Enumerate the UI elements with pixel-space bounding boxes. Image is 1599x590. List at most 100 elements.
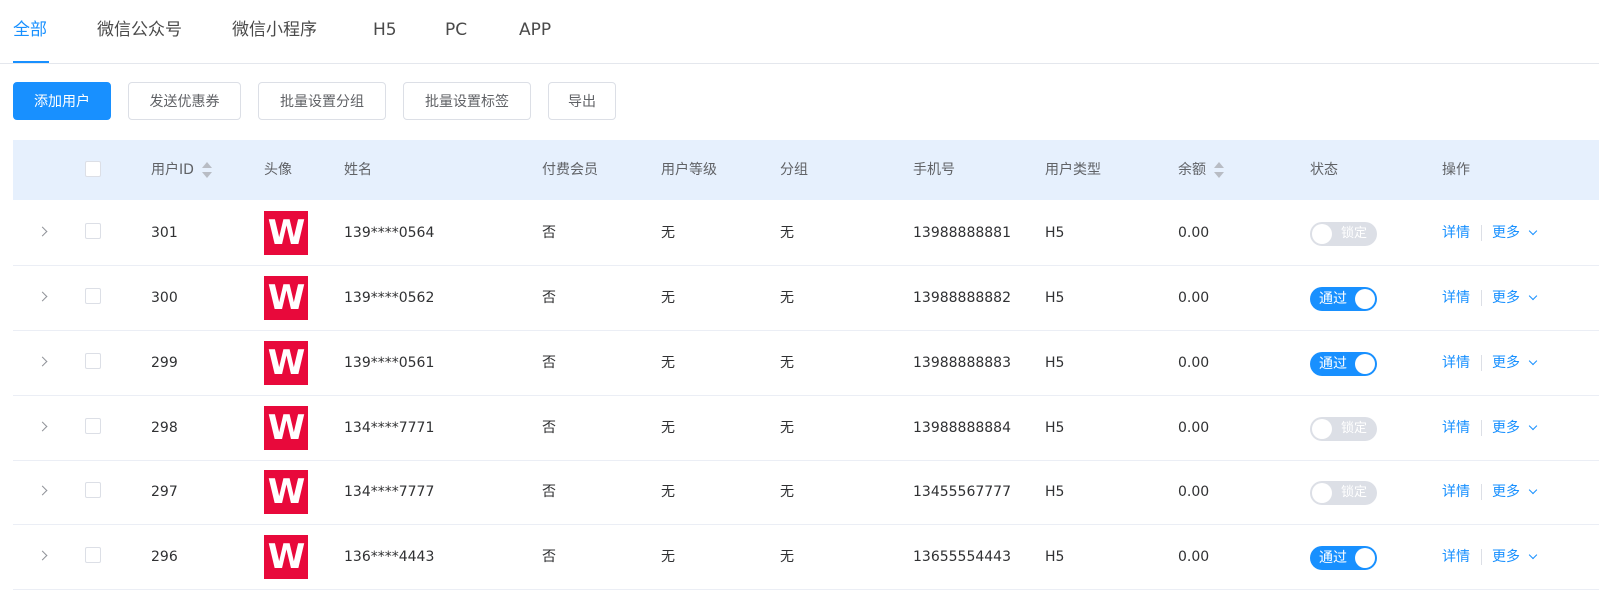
level-cell: 无	[661, 355, 675, 371]
group-cell: 无	[780, 225, 794, 241]
paid-member-cell: 否	[542, 225, 556, 241]
user-id-cell: 298	[151, 420, 178, 436]
column-header-avatar: 头像	[264, 162, 292, 178]
more-label: 更多	[1492, 420, 1520, 436]
export-button[interactable]: 导出	[548, 82, 616, 120]
column-header-paid-member: 付费会员	[542, 162, 598, 178]
expand-row-icon[interactable]	[39, 487, 47, 495]
avatar: W	[264, 406, 308, 450]
column-header-user-type: 用户类型	[1045, 162, 1101, 178]
more-dropdown[interactable]: 更多	[1492, 201, 1538, 265]
balance-cell: 0.00	[1178, 484, 1210, 500]
sort-icon[interactable]	[1214, 162, 1224, 178]
table-row[interactable]: 299 W 139****0561 否 无 无 13988888883 H5 0.00 通过 详情 更…	[13, 331, 1599, 396]
row-checkbox[interactable]	[85, 288, 101, 304]
chevron-down-icon	[1528, 226, 1538, 236]
more-dropdown[interactable]: 更多	[1492, 266, 1538, 330]
tab-wechat-miniprogram[interactable]: 微信小程序	[232, 18, 317, 42]
tab-all[interactable]: 全部	[13, 18, 47, 42]
tab-h5[interactable]: H5	[373, 18, 397, 42]
column-header-name: 姓名	[344, 162, 372, 178]
chevron-down-icon	[1528, 421, 1538, 431]
active-tab-indicator	[13, 61, 49, 63]
detail-link[interactable]: 详情	[1442, 331, 1470, 395]
balance-cell: 0.00	[1178, 420, 1210, 436]
more-label: 更多	[1492, 290, 1520, 306]
batch-set-group-button[interactable]: 批量设置分组	[258, 82, 386, 120]
table-row[interactable]: 300 W 139****0562 否 无 无 13988888882 H5 0.00 通过 详情 更…	[13, 266, 1599, 331]
expand-row-icon[interactable]	[39, 552, 47, 560]
more-label: 更多	[1492, 549, 1520, 565]
row-checkbox[interactable]	[85, 482, 101, 498]
row-checkbox[interactable]	[85, 418, 101, 434]
avatar: W	[264, 276, 308, 320]
user-id-cell: 297	[151, 484, 178, 500]
table-row[interactable]: 298 W 134****7771 否 无 无 13988888884 H5 0.00 锁定 详情 更…	[13, 396, 1599, 461]
row-checkbox[interactable]	[85, 353, 101, 369]
column-header-user-id[interactable]: 用户ID	[151, 140, 212, 200]
send-coupon-button[interactable]: 发送优惠券	[128, 82, 241, 120]
expand-row-icon[interactable]	[39, 358, 47, 366]
status-toggle[interactable]: 锁定	[1310, 417, 1377, 441]
batch-set-tag-button[interactable]: 批量设置标签	[403, 82, 531, 120]
chevron-down-icon	[1528, 356, 1538, 366]
expand-row-icon[interactable]	[39, 423, 47, 431]
phone-cell: 13988888884	[913, 420, 1011, 436]
paid-member-cell: 否	[542, 290, 556, 306]
paid-member-cell: 否	[542, 484, 556, 500]
detail-link[interactable]: 详情	[1442, 396, 1470, 460]
chevron-down-icon	[1528, 485, 1538, 495]
group-cell: 无	[780, 290, 794, 306]
level-cell: 无	[661, 420, 675, 436]
group-cell: 无	[780, 420, 794, 436]
user-id-cell: 296	[151, 549, 178, 565]
toggle-knob	[1312, 419, 1332, 439]
add-user-button[interactable]: 添加用户	[13, 82, 111, 120]
expand-row-icon[interactable]	[39, 228, 47, 236]
detail-link[interactable]: 详情	[1442, 460, 1470, 524]
row-checkbox[interactable]	[85, 223, 101, 239]
table-row[interactable]: 297 W 134****7777 否 无 无 13455567777 H5 0.00 锁定 详情 更…	[13, 460, 1599, 525]
status-toggle-label: 通过	[1319, 550, 1347, 566]
paid-member-cell: 否	[542, 355, 556, 371]
more-dropdown[interactable]: 更多	[1492, 525, 1538, 589]
status-toggle[interactable]: 通过	[1310, 287, 1377, 311]
detail-link[interactable]: 详情	[1442, 201, 1470, 265]
tab-app[interactable]: APP	[519, 18, 551, 42]
detail-link[interactable]: 详情	[1442, 266, 1470, 330]
column-header-balance[interactable]: 余额	[1178, 140, 1224, 200]
more-dropdown[interactable]: 更多	[1492, 331, 1538, 395]
status-toggle[interactable]: 锁定	[1310, 481, 1377, 505]
select-all-checkbox[interactable]	[85, 161, 101, 177]
detail-link[interactable]: 详情	[1442, 525, 1470, 589]
user-type-cell: H5	[1045, 420, 1065, 436]
tab-pc[interactable]: PC	[445, 18, 467, 42]
expand-row-icon[interactable]	[39, 293, 47, 301]
action-divider	[1481, 484, 1482, 500]
more-dropdown[interactable]: 更多	[1492, 460, 1538, 524]
status-toggle[interactable]: 通过	[1310, 352, 1377, 376]
column-header-user-id-label: 用户ID	[151, 162, 194, 178]
level-cell: 无	[661, 225, 675, 241]
more-label: 更多	[1492, 225, 1520, 241]
sort-icon[interactable]	[201, 162, 212, 178]
user-type-cell: H5	[1045, 355, 1065, 371]
avatar: W	[264, 535, 308, 579]
name-cell: 134****7777	[344, 484, 435, 500]
row-checkbox[interactable]	[85, 547, 101, 563]
name-cell: 134****7771	[344, 420, 435, 436]
avatar: W	[264, 341, 308, 385]
status-toggle[interactable]: 锁定	[1310, 222, 1377, 246]
table-row[interactable]: 301 W 139****0564 否 无 无 13988888881 H5 0.00 锁定 详情 更…	[13, 201, 1599, 266]
tab-wechat-official[interactable]: 微信公众号	[97, 18, 182, 42]
table-row[interactable]: 296 W 136****4443 否 无 无 13655554443 H5 0.00 通过 详情 更…	[13, 525, 1599, 590]
phone-cell: 13655554443	[913, 549, 1011, 565]
phone-cell: 13988888881	[913, 225, 1011, 241]
level-cell: 无	[661, 484, 675, 500]
column-header-balance-label: 余额	[1178, 162, 1206, 178]
more-dropdown[interactable]: 更多	[1492, 396, 1538, 460]
name-cell: 139****0564	[344, 225, 435, 241]
status-toggle[interactable]: 通过	[1310, 546, 1377, 570]
status-toggle-label: 锁定	[1340, 226, 1367, 241]
column-header-status: 状态	[1310, 162, 1338, 178]
